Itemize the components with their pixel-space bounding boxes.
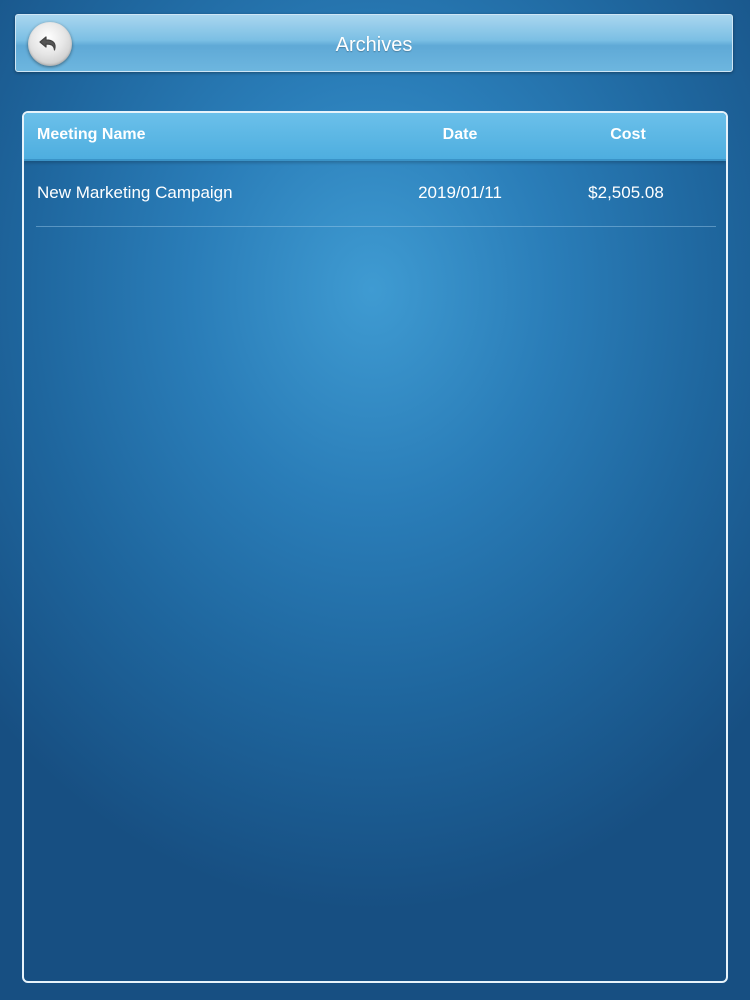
column-header-date[interactable]: Date [408, 113, 512, 159]
page-title: Archives [335, 34, 413, 56]
column-header-cost[interactable]: Cost [576, 113, 680, 159]
column-header-meeting-name[interactable]: Meeting Name [37, 113, 145, 159]
title-bar: Archives [15, 14, 733, 72]
table-header: Meeting Name Date Cost [24, 113, 726, 161]
meeting-name-cell: New Marketing Campaign [37, 183, 233, 202]
archives-table: Meeting Name Date Cost New Marketing Cam… [22, 111, 728, 983]
table-row[interactable]: New Marketing Campaign 2019/01/11 $2,505… [36, 161, 716, 227]
date-cell: 2019/01/11 [418, 183, 502, 202]
cost-cell: $2,505.08 [588, 183, 664, 202]
